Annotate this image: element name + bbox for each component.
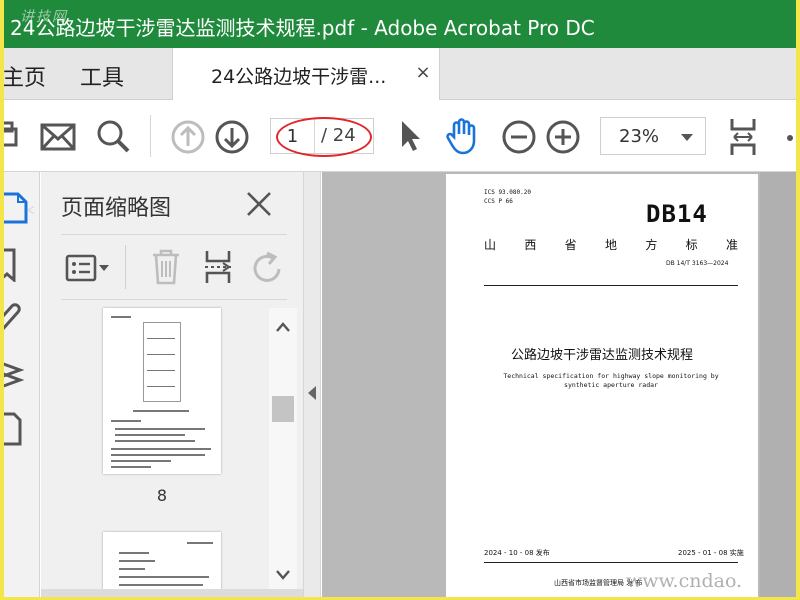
province-char: 省 bbox=[564, 238, 577, 252]
thumbnail-scrollbar[interactable] bbox=[269, 308, 297, 590]
corner-watermark: 讲技网 bbox=[20, 9, 68, 25]
select-cursor-icon[interactable] bbox=[400, 119, 422, 153]
panel-toolbar bbox=[61, 234, 287, 300]
province-char: 准 bbox=[725, 238, 738, 252]
zoom-level-select[interactable]: 23% bbox=[600, 117, 706, 155]
zoom-out-icon[interactable] bbox=[502, 120, 536, 154]
page-thumbnail[interactable] bbox=[103, 532, 221, 590]
thumbnail-options-icon[interactable] bbox=[65, 253, 113, 287]
document-view: ICS 93.080.20 CCS P 66 DB14 山 西 省 地 方 标 … bbox=[322, 172, 796, 597]
panel-title: 页面缩略图 bbox=[61, 196, 172, 221]
horizontal-scrollbar[interactable] bbox=[41, 589, 303, 597]
province-char: 方 bbox=[645, 238, 658, 252]
page-thumbnails-icon[interactable] bbox=[4, 190, 39, 230]
tab-row: 主页 工具 24公路边坡干涉雷... × bbox=[4, 48, 796, 100]
hand-tool-icon[interactable] bbox=[446, 117, 480, 155]
close-tab-icon[interactable]: × bbox=[415, 64, 431, 82]
standard-number: DB 14/T 3163—2024 bbox=[666, 260, 729, 267]
ccs-line: CCS P 66 bbox=[484, 198, 513, 205]
panel-separator bbox=[125, 245, 126, 289]
fit-page-icon[interactable] bbox=[728, 117, 758, 157]
toolbar-separator bbox=[150, 115, 151, 157]
document-title-cn: 公路边坡干涉雷达监测技术规程 bbox=[510, 348, 693, 363]
more-tools-icon[interactable] bbox=[786, 134, 794, 142]
title-bar: 24公路边坡干涉雷达监测技术规程.pdf - Adobe Acrobat Pro… bbox=[4, 0, 796, 48]
acrobat-window: 24公路边坡干涉雷达监测技术规程.pdf - Adobe Acrobat Pro… bbox=[4, 0, 796, 597]
next-page-icon[interactable] bbox=[215, 120, 249, 154]
bookmarks-icon[interactable] bbox=[4, 248, 24, 286]
thumbnail-panel: 页面缩略图 8 bbox=[41, 172, 303, 597]
ics-line: ICS 93.080.20 bbox=[484, 189, 531, 196]
extract-pages-icon[interactable] bbox=[203, 249, 233, 289]
close-panel-icon[interactable] bbox=[245, 190, 273, 222]
collapse-arrow-icon bbox=[308, 386, 316, 400]
delete-page-icon[interactable] bbox=[151, 249, 181, 289]
search-icon[interactable] bbox=[96, 119, 130, 153]
document-tab-label: 24公路边坡干涉雷... bbox=[211, 66, 387, 88]
collapse-panel-handle[interactable] bbox=[303, 172, 321, 597]
scrollbar-thumb[interactable] bbox=[272, 396, 294, 422]
ics-code: ICS 93.080.20 CCS P 66 bbox=[484, 188, 531, 206]
left-navigation-rail bbox=[4, 172, 40, 597]
mail-icon[interactable] bbox=[40, 123, 76, 151]
scroll-up-icon[interactable] bbox=[275, 318, 291, 337]
issue-date: 2024 - 10 - 08 发布 bbox=[484, 549, 550, 557]
page-thumbnail[interactable] bbox=[103, 308, 221, 474]
layers-icon[interactable] bbox=[4, 358, 26, 396]
province-char: 山 bbox=[484, 238, 497, 252]
province-heading: 山 西 省 地 方 标 准 bbox=[484, 236, 738, 253]
footer-rule bbox=[484, 562, 738, 563]
tab-document[interactable]: 24公路边坡干涉雷... × bbox=[172, 48, 440, 100]
print-icon[interactable] bbox=[4, 121, 20, 153]
scroll-down-icon[interactable] bbox=[275, 566, 291, 585]
zoom-level-value: 23% bbox=[619, 126, 660, 147]
pdf-page: ICS 93.080.20 CCS P 66 DB14 山 西 省 地 方 标 … bbox=[446, 174, 758, 597]
standard-mark: DB14 bbox=[646, 200, 708, 228]
rotate-page-icon[interactable] bbox=[251, 251, 285, 289]
red-annotation-ellipse bbox=[276, 117, 372, 157]
previous-page-icon[interactable] bbox=[171, 120, 205, 154]
chevron-down-icon bbox=[681, 134, 693, 141]
thumbnail-page-label: 8 bbox=[156, 486, 168, 505]
document-scrollbar[interactable] bbox=[760, 172, 796, 597]
document-title-en: Technical specification for highway slop… bbox=[503, 372, 719, 389]
header-rule bbox=[484, 285, 738, 286]
zoom-in-icon[interactable] bbox=[546, 120, 580, 154]
window-title: 24公路边坡干涉雷达监测技术规程.pdf - Adobe Acrobat Pro… bbox=[10, 16, 595, 40]
province-char: 西 bbox=[524, 238, 537, 252]
tab-tools[interactable]: 工具 bbox=[80, 60, 124, 92]
thumbnail-list: 8 bbox=[41, 300, 267, 590]
effective-date: 2025 - 01 - 08 实施 bbox=[678, 549, 744, 557]
site-watermark: www.cndao. bbox=[626, 570, 743, 592]
document-properties-icon[interactable] bbox=[4, 412, 26, 450]
tab-home[interactable]: 主页 bbox=[4, 60, 46, 92]
province-char: 标 bbox=[685, 238, 698, 252]
province-char: 地 bbox=[604, 238, 617, 252]
toolbar: / 24 23% bbox=[4, 101, 796, 172]
attachments-icon[interactable] bbox=[4, 302, 26, 340]
